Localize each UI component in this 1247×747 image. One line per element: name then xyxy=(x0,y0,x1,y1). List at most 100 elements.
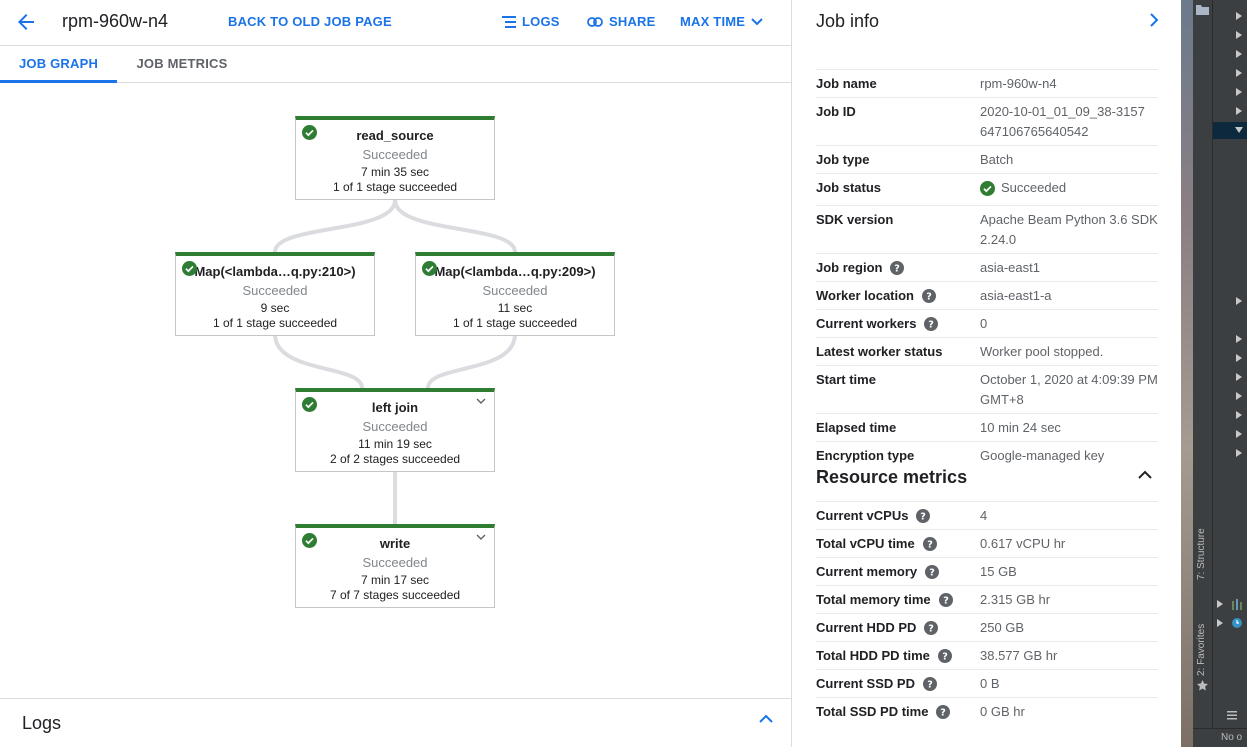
info-value: 0 B xyxy=(980,676,1000,691)
info-value: 0 GB hr xyxy=(980,704,1025,719)
chevron-right-icon[interactable] xyxy=(1149,12,1159,28)
structure-tool-tab[interactable]: 7: Structure xyxy=(1196,528,1207,580)
metric-row-current-memory: Current memory? 15 GB xyxy=(816,557,1158,585)
svg-text:?: ? xyxy=(895,263,901,274)
info-key-label: Worker location xyxy=(816,287,915,303)
info-key-label: Job region xyxy=(816,259,883,275)
tree-collapse-icon[interactable] xyxy=(1235,127,1243,133)
info-key: Total SSD PD time? xyxy=(816,702,980,722)
logs-panel-title: Logs xyxy=(22,713,62,733)
desktop-wallpaper xyxy=(1181,0,1193,747)
graph-node-read-source[interactable]: read_source Succeeded 7 min 35 sec 1 of … xyxy=(295,116,495,200)
graph-node-map-209[interactable]: Map(<lambda…q.py:209>) Succeeded 11 sec … xyxy=(415,252,615,336)
svg-text:?: ? xyxy=(942,652,948,663)
svg-text:?: ? xyxy=(927,540,933,551)
graph-node-left-join[interactable]: left join Succeeded 11 min 19 sec 2 of 2… xyxy=(295,388,495,472)
tree-expand-icon[interactable] xyxy=(1236,107,1242,115)
node-name: Map(<lambda…q.py:209>) xyxy=(434,264,596,279)
tree-expand-icon[interactable] xyxy=(1236,69,1242,77)
tree-expand-icon[interactable] xyxy=(1236,411,1242,419)
help-icon[interactable]: ? xyxy=(936,705,951,719)
job-graph-canvas: read_source Succeeded 7 min 35 sec 1 of … xyxy=(0,84,791,698)
tab-job-metrics[interactable]: JOB METRICS xyxy=(128,46,236,83)
info-key-label: Current SSD PD xyxy=(816,676,915,691)
graph-node-map-210[interactable]: Map(<lambda…q.py:210>) Succeeded 9 sec 1… xyxy=(175,252,375,336)
tree-expand-icon[interactable] xyxy=(1236,392,1242,400)
svg-text:?: ? xyxy=(943,596,949,607)
info-key: Job ID xyxy=(816,104,856,119)
tab-job-graph[interactable]: JOB GRAPH xyxy=(0,46,117,83)
node-status: Succeeded xyxy=(362,147,428,162)
max-time-dropdown[interactable]: MAX TIME xyxy=(680,14,763,29)
folder-icon[interactable] xyxy=(1196,4,1209,15)
tree-expand-icon[interactable] xyxy=(1236,50,1242,58)
help-icon[interactable]: ? xyxy=(922,677,937,691)
info-key-label: Current memory xyxy=(816,564,918,579)
chevron-up-icon[interactable] xyxy=(1138,470,1152,479)
info-key: SDK version xyxy=(816,211,894,227)
success-check-icon xyxy=(302,533,317,548)
ide-status-bar: No o xyxy=(1193,728,1247,747)
tree-expand-icon[interactable] xyxy=(1236,12,1242,20)
tree-expand-icon[interactable] xyxy=(1236,354,1242,362)
info-key: Total HDD PD time? xyxy=(816,646,980,666)
chevron-up-icon[interactable] xyxy=(759,714,773,723)
info-row-job-name: Job name rpm-960w-n4 xyxy=(816,69,1158,97)
help-icon[interactable]: ? xyxy=(890,260,905,275)
back-to-old-job-page-link[interactable]: BACK TO OLD JOB PAGE xyxy=(228,14,392,29)
logs-panel-header[interactable]: Logs xyxy=(0,698,791,747)
status-text: Succeeded xyxy=(1001,180,1067,195)
tree-expand-icon[interactable] xyxy=(1236,88,1242,96)
max-time-label: MAX TIME xyxy=(680,14,746,29)
info-row-sdk-version: SDK version Apache Beam Python 3.6 SDK 2… xyxy=(816,204,1158,253)
logs-button[interactable]: LOGS xyxy=(502,14,560,29)
info-key-label: Total vCPU time xyxy=(816,536,915,551)
help-icon[interactable]: ? xyxy=(924,621,939,635)
info-value: October 1, 2020 at 4:09:39 PM GMT+8 xyxy=(980,371,1158,407)
expand-chevron-icon[interactable] xyxy=(476,398,486,405)
help-icon[interactable]: ? xyxy=(916,509,931,523)
tree-expand-icon[interactable] xyxy=(1236,449,1242,457)
info-key-label: Current workers xyxy=(816,315,917,331)
info-value: asia-east1-a xyxy=(980,287,1052,303)
tree-expand-icon[interactable] xyxy=(1217,619,1223,627)
node-stages: 7 of 7 stages succeeded xyxy=(329,588,461,602)
help-icon[interactable]: ? xyxy=(922,537,937,551)
tree-expand-icon[interactable] xyxy=(1236,31,1242,39)
info-key-label: Current vCPUs xyxy=(816,508,909,523)
job-title: rpm-960w-n4 xyxy=(62,11,169,31)
tree-expand-icon[interactable] xyxy=(1236,430,1242,438)
edge-map209-to-join xyxy=(426,333,517,389)
info-value: Batch xyxy=(980,152,1014,167)
tree-expand-icon[interactable] xyxy=(1236,297,1242,305)
node-stages: 1 of 1 stage succeeded xyxy=(332,180,458,194)
ide-status-text: No o xyxy=(1221,732,1243,743)
back-arrow-icon[interactable] xyxy=(14,10,38,34)
tree-expand-icon[interactable] xyxy=(1217,600,1223,608)
list-icon xyxy=(502,15,516,28)
resource-metrics-table: Current vCPUs? 4 Total vCPU time? 0.617 … xyxy=(816,501,1158,725)
help-icon[interactable]: ? xyxy=(925,565,940,579)
list-icon[interactable] xyxy=(1227,711,1237,720)
job-info-panel: Job info Job name rpm-960w-n4 Job ID 202… xyxy=(792,0,1181,747)
tree-expand-icon[interactable] xyxy=(1236,335,1242,343)
info-row-job-region: Job region ? asia-east1 xyxy=(816,252,1158,281)
help-icon[interactable]: ? xyxy=(922,288,937,303)
expand-chevron-icon[interactable] xyxy=(476,534,486,541)
node-time: 7 min 35 sec xyxy=(360,165,430,179)
node-name: Map(<lambda…q.py:210>) xyxy=(194,264,356,279)
info-row-job-status: Job status Succeeded xyxy=(816,173,1158,205)
success-check-icon xyxy=(182,261,197,276)
help-icon[interactable]: ? xyxy=(937,649,952,663)
share-button[interactable]: SHARE xyxy=(587,14,656,29)
info-key: Current workers ? xyxy=(816,314,980,334)
success-check-icon xyxy=(302,397,317,412)
help-icon[interactable]: ? xyxy=(924,316,939,331)
share-button-label: SHARE xyxy=(609,14,656,29)
tree-expand-icon[interactable] xyxy=(1236,373,1242,381)
info-key: Start time xyxy=(816,371,876,387)
help-icon[interactable]: ? xyxy=(938,593,953,607)
graph-node-write[interactable]: write Succeeded 7 min 17 sec 7 of 7 stag… xyxy=(295,524,495,608)
favorites-tool-tab[interactable]: 2: Favorites xyxy=(1196,624,1207,676)
node-name: write xyxy=(379,536,411,551)
